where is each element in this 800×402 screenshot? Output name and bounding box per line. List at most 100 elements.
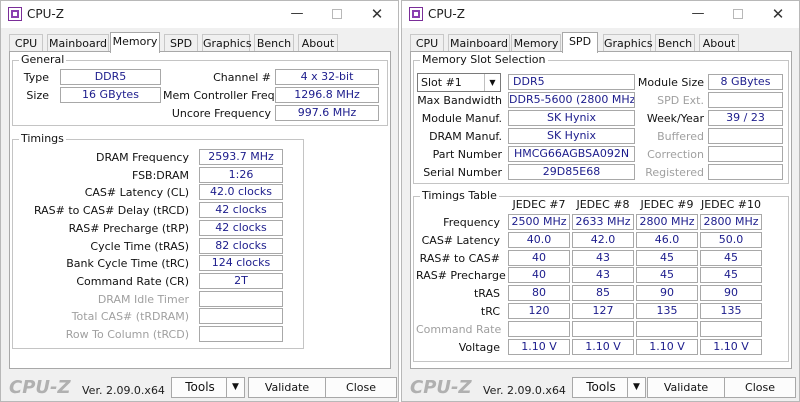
jedec-column-header: JEDEC #9 bbox=[640, 198, 694, 211]
close-window-button[interactable]: ✕ bbox=[763, 4, 793, 24]
mem-controller-freq-label: Mem Controller Freq. bbox=[163, 89, 279, 102]
timing-value: 42 clocks bbox=[199, 202, 283, 219]
mem-controller-freq-value: 1296.8 MHz bbox=[275, 87, 379, 103]
uncore-frequency-value: 997.6 MHz bbox=[275, 105, 379, 121]
minimize-button[interactable]: — bbox=[282, 4, 312, 24]
maximize-button[interactable] bbox=[723, 4, 753, 24]
timing-label: Row To Column (tRCD) bbox=[65, 328, 189, 341]
table-cell: 40 bbox=[508, 249, 570, 266]
uncore-frequency-label: Uncore Frequency bbox=[171, 107, 271, 120]
table-row-label: tRC bbox=[480, 305, 500, 318]
tab-about[interactable]: About bbox=[699, 34, 739, 52]
tab-memory[interactable]: Memory bbox=[511, 34, 561, 52]
table-cell: 1.10 V bbox=[636, 338, 698, 355]
tab-bench[interactable]: Bench bbox=[254, 34, 294, 52]
window-title: CPU-Z bbox=[27, 7, 64, 21]
cpuz-logo: CPU-Z bbox=[410, 377, 472, 398]
tools-dropdown-arrow-icon[interactable]: ▼ bbox=[226, 378, 244, 397]
jedec-column-header: JEDEC #7 bbox=[512, 198, 566, 211]
channel-value: 4 x 32-bit bbox=[275, 69, 379, 85]
table-row-label: tRAS bbox=[473, 287, 500, 301]
timing-label: Total CAS# (tRDRAM) bbox=[71, 310, 189, 324]
tab-cpu[interactable]: CPU bbox=[9, 34, 43, 52]
timing-value bbox=[199, 290, 283, 307]
minimize-button[interactable]: — bbox=[683, 4, 713, 24]
general-group-title: General bbox=[19, 53, 67, 66]
memory-slot-group: Memory Slot Selection Slot #1 ▼ DDR5 Mod… bbox=[413, 53, 789, 184]
table-cell: 120 bbox=[508, 303, 570, 319]
slot-select[interactable]: Slot #1 ▼ bbox=[417, 73, 501, 92]
table-cell: 45 bbox=[636, 249, 698, 266]
table-cell: 1.10 V bbox=[700, 338, 762, 355]
timings-table-group: Timings Table JEDEC #7 JEDEC #8 JEDEC #9 JE… bbox=[413, 189, 789, 362]
week-year-label: Week/Year bbox=[646, 112, 704, 125]
channel-label: Channel # bbox=[213, 71, 271, 84]
timing-value: 42 clocks bbox=[199, 219, 283, 236]
validate-button[interactable]: Validate bbox=[248, 377, 326, 398]
table-cell: 1.10 V bbox=[572, 338, 634, 355]
timing-label: CAS# Latency (CL) bbox=[84, 186, 189, 200]
chevron-down-icon[interactable]: ▼ bbox=[484, 74, 500, 91]
cpuz-window-spd: CPU-Z — ✕ CPU Mainboard Memory SPD Graph… bbox=[401, 0, 800, 402]
tab-cpu[interactable]: CPU bbox=[410, 34, 444, 52]
memory-panel: General Type DDR5 Size 16 GBytes Channel… bbox=[9, 51, 391, 369]
tab-memory[interactable]: Memory bbox=[110, 32, 160, 53]
jedec-column-header: JEDEC #10 bbox=[700, 198, 761, 211]
tab-spd[interactable]: SPD bbox=[562, 32, 598, 53]
timing-label: Cycle Time (tRAS) bbox=[90, 239, 189, 253]
close-button[interactable]: Close bbox=[724, 377, 796, 398]
table-cell bbox=[700, 320, 762, 337]
table-cell: 2500 MHz bbox=[508, 214, 570, 230]
tab-spd[interactable]: SPD bbox=[164, 34, 198, 52]
tab-mainboard[interactable]: Mainboard bbox=[448, 34, 510, 52]
correction-label: Correction bbox=[647, 148, 704, 161]
tab-mainboard[interactable]: Mainboard bbox=[47, 34, 109, 52]
memory-slot-group-title: Memory Slot Selection bbox=[420, 53, 548, 66]
close-button[interactable]: Close bbox=[325, 377, 397, 398]
close-window-button[interactable]: ✕ bbox=[362, 4, 392, 24]
tools-button[interactable]: Tools ▼ bbox=[171, 377, 245, 398]
tools-button[interactable]: Tools ▼ bbox=[572, 377, 646, 398]
timing-value: 2T bbox=[199, 272, 283, 289]
table-row-label: CAS# Latency bbox=[421, 233, 500, 247]
tools-dropdown-arrow-icon[interactable]: ▼ bbox=[627, 378, 645, 397]
timing-label: Command Rate (CR) bbox=[76, 274, 189, 288]
buffered-value bbox=[708, 128, 783, 144]
jedec-column-header: JEDEC #8 bbox=[576, 198, 630, 211]
table-cell: 135 bbox=[636, 303, 698, 319]
bottom-bar: CPU-Z Ver. 2.09.0.x64 Tools ▼ Validate C… bbox=[1, 375, 398, 401]
timing-value: 2593.7 MHz bbox=[199, 149, 283, 165]
table-cell: 45 bbox=[700, 249, 762, 266]
timings-table-title: Timings Table bbox=[420, 189, 499, 202]
tab-bench[interactable]: Bench bbox=[655, 34, 695, 52]
table-cell: 2800 MHz bbox=[700, 214, 762, 230]
maximize-button[interactable] bbox=[322, 4, 352, 24]
table-row-label: Frequency bbox=[443, 216, 500, 229]
title-bar[interactable]: CPU-Z — ✕ bbox=[1, 1, 398, 28]
tab-about[interactable]: About bbox=[298, 34, 338, 52]
table-cell: 1.10 V bbox=[508, 338, 570, 355]
timing-value bbox=[199, 326, 283, 342]
validate-button[interactable]: Validate bbox=[647, 377, 725, 398]
cpuz-window-memory: CPU-Z — ✕ CPU Mainboard Memory SPD Graph… bbox=[0, 0, 399, 402]
table-row-label: RAS# to CAS# bbox=[419, 251, 500, 265]
table-cell: 42.0 bbox=[572, 231, 634, 248]
table-cell bbox=[508, 320, 570, 337]
table-cell: 45 bbox=[700, 267, 762, 284]
title-bar[interactable]: CPU-Z — ✕ bbox=[402, 1, 799, 28]
tab-graphics[interactable]: Graphics bbox=[202, 34, 252, 52]
serial-number-label: Serial Number bbox=[423, 166, 502, 179]
timing-label: RAS# to CAS# Delay (tRCD) bbox=[33, 204, 189, 218]
table-row-label: Voltage bbox=[458, 340, 500, 354]
version-text: Ver. 2.09.0.x64 bbox=[483, 384, 566, 397]
table-cell: 46.0 bbox=[636, 231, 698, 248]
table-cell: 90 bbox=[636, 285, 698, 302]
module-manuf-label: Module Manuf. bbox=[421, 112, 502, 125]
timing-label: DRAM Idle Timer bbox=[97, 292, 189, 306]
tab-graphics[interactable]: Graphics bbox=[603, 34, 653, 52]
cpuz-logo: CPU-Z bbox=[9, 377, 71, 398]
cpuz-app-icon bbox=[409, 7, 423, 21]
type-label: Type bbox=[23, 71, 49, 84]
slot-select-value: Slot #1 bbox=[421, 76, 462, 89]
timing-label: FSB:DRAM bbox=[131, 168, 189, 182]
